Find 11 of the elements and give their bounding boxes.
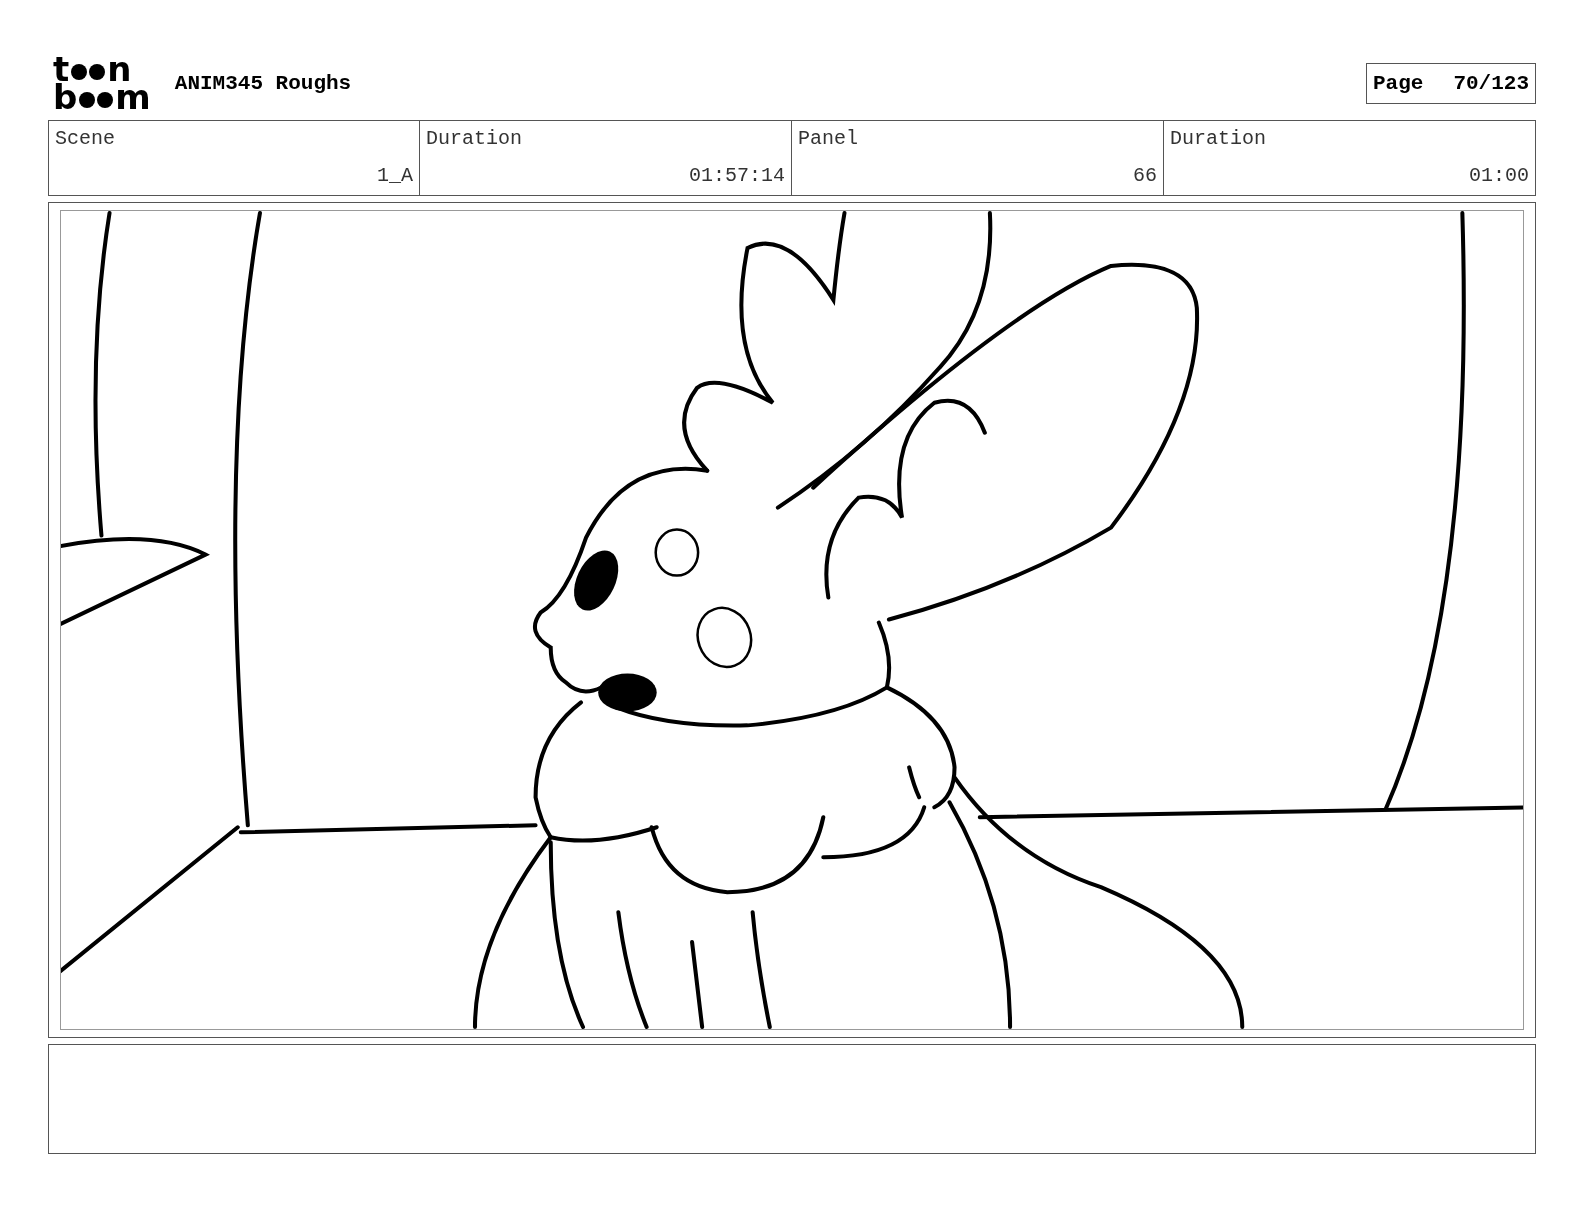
column-header: Scene	[55, 127, 116, 150]
column-header: Panel	[798, 127, 859, 150]
page-indicator: Page 70/123	[1365, 62, 1536, 104]
storyboard-title: ANIM345 Roughs	[174, 71, 353, 95]
column-header: Duration	[426, 127, 523, 150]
table-cell-text: 1_A	[376, 164, 413, 187]
table-cell-text: 01:57:14	[688, 164, 785, 187]
table-cell-text: 01:00	[1468, 164, 1529, 187]
table-cell-text: 66	[1132, 164, 1157, 187]
column-header: Duration	[1170, 127, 1267, 150]
logo: t n b m	[53, 55, 151, 111]
